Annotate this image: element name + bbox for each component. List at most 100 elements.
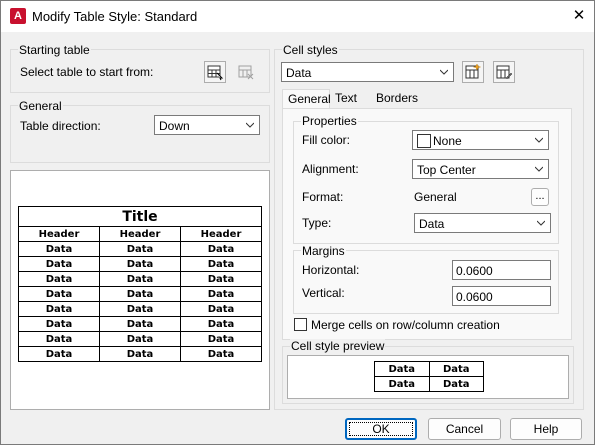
vertical-margin-value: 0.0600	[456, 290, 493, 304]
type-select[interactable]: Data	[414, 213, 551, 233]
preview-data-cell: Data	[180, 301, 262, 317]
preview-data-cell: Data	[180, 271, 262, 287]
margins-group-label: Margins	[301, 244, 346, 258]
preview-data-cell: Data	[180, 331, 262, 347]
preview-data-row: Data Data Data	[18, 241, 262, 257]
preview-data-cell: Data	[180, 316, 262, 332]
autocad-app-icon: A	[10, 8, 26, 24]
tab-borders-label: Borders	[376, 91, 419, 105]
close-icon[interactable]: ✕	[567, 5, 591, 27]
preview-data-row: Data Data Data	[18, 256, 262, 272]
tab-borders[interactable]: Borders	[376, 89, 426, 109]
preview-data-cell: Data	[18, 271, 100, 287]
dialog-title: Modify Table Style: Standard	[32, 9, 198, 24]
table-direction-label: Table direction:	[20, 119, 101, 133]
preview-header-cell: Header	[99, 226, 181, 242]
general-group-label: General	[18, 99, 63, 113]
fill-color-swatch	[417, 134, 431, 148]
help-button-label: Help	[533, 422, 559, 436]
cell-style-preview-box: Data Data Data Data	[287, 355, 569, 399]
preview-data-cell: Data	[99, 241, 181, 257]
remove-table-icon	[238, 65, 254, 80]
preview-header-row: Header Header Header	[18, 226, 262, 242]
cell-style-select[interactable]: Data	[281, 62, 454, 82]
tab-text-label: Text	[335, 91, 358, 105]
preview-data-cell: Data	[99, 271, 181, 287]
manage-cell-styles-icon	[496, 65, 513, 80]
chevron-down-icon	[535, 137, 543, 143]
horizontal-margin-label: Horizontal:	[302, 263, 360, 277]
select-table-button[interactable]	[204, 61, 226, 83]
vertical-margin-label: Vertical:	[302, 286, 345, 300]
preview-data-cell: Data	[374, 376, 430, 392]
manage-cell-styles-button[interactable]	[493, 61, 515, 83]
focus-rectangle	[349, 422, 413, 436]
preview-data-cell: Data	[18, 301, 100, 317]
preview-data-cell: Data	[99, 256, 181, 272]
general-tab-panel: Properties Fill color: None Alignment: T…	[282, 108, 572, 340]
alignment-label: Alignment:	[302, 162, 359, 176]
fill-color-select[interactable]: None	[412, 130, 549, 150]
preview-data-cell: Data	[99, 301, 181, 317]
preview-data-cell: Data	[180, 286, 262, 302]
preview-data-cell: Data	[180, 346, 262, 362]
merge-cells-checkbox[interactable]	[294, 318, 307, 331]
preview-data-row: Data Data Data	[18, 301, 262, 317]
preview-header-cell: Header	[18, 226, 100, 242]
preview-data-cell: Data	[18, 331, 100, 347]
chevron-down-icon	[246, 122, 254, 128]
vertical-margin-input[interactable]: 0.0600	[452, 286, 551, 306]
preview-data-cell: Data	[18, 346, 100, 362]
format-value: General	[414, 190, 457, 204]
table-direction-value: Down	[159, 119, 190, 133]
fill-color-value: None	[433, 134, 462, 148]
remove-table-button[interactable]	[235, 61, 257, 83]
properties-group-label: Properties	[301, 114, 358, 128]
starting-table-group-label: Starting table	[18, 43, 91, 57]
chevron-down-icon	[440, 69, 448, 75]
cell-styles-group-label: Cell styles	[282, 43, 339, 57]
title-bar: A Modify Table Style: Standard ✕	[1, 1, 594, 32]
preview-data-row: Data Data Data	[18, 271, 262, 287]
preview-data-row: Data Data Data	[18, 346, 262, 362]
help-button[interactable]: Help	[510, 418, 582, 440]
preview-data-cell: Data	[18, 256, 100, 272]
new-cell-style-button[interactable]	[462, 61, 484, 83]
preview-data-cell: Data	[428, 361, 484, 377]
chevron-down-icon	[535, 166, 543, 172]
alignment-select[interactable]: Top Center	[412, 159, 549, 179]
tab-general[interactable]: General	[282, 89, 331, 109]
cancel-button-label: Cancel	[445, 422, 484, 436]
preview-data-cell: Data	[18, 316, 100, 332]
table-preview: Title Header Header Header Data Data Data …	[18, 206, 262, 362]
alignment-value: Top Center	[417, 163, 476, 177]
preview-data-cell: Data	[18, 286, 100, 302]
preview-data-cell: Data	[99, 286, 181, 302]
type-value: Data	[419, 217, 445, 231]
cell-style-preview-table: Data Data Data Data	[374, 361, 484, 392]
format-label: Format:	[302, 190, 344, 204]
cancel-button[interactable]: Cancel	[428, 418, 501, 440]
dialog-window: A Modify Table Style: Standard ✕ Startin…	[0, 0, 595, 445]
cell-style-preview-label: Cell style preview	[290, 339, 386, 353]
table-direction-select[interactable]: Down	[154, 115, 260, 135]
preview-data-row: Data Data Data	[18, 331, 262, 347]
preview-data-cell: Data	[99, 331, 181, 347]
horizontal-margin-input[interactable]: 0.0600	[452, 260, 551, 280]
table-preview-panel: Title Header Header Header Data Data Data …	[10, 170, 270, 410]
fill-color-label: Fill color:	[302, 133, 351, 147]
preview-data-cell: Data	[374, 361, 430, 377]
horizontal-margin-value: 0.0600	[456, 264, 493, 278]
chevron-down-icon	[537, 220, 545, 226]
cell-style-value: Data	[286, 66, 312, 80]
preview-data-row: Data Data Data	[18, 316, 262, 332]
tab-text[interactable]: Text	[334, 89, 374, 109]
merge-cells-label[interactable]: Merge cells on row/column creation	[311, 318, 500, 332]
preview-header-cell: Header	[180, 226, 262, 242]
format-options-button[interactable]: ...	[531, 188, 549, 206]
ok-button[interactable]: OK	[345, 418, 417, 440]
new-cell-style-icon	[465, 63, 481, 79]
preview-title-cell: Title	[18, 206, 262, 227]
preview-data-cell: Data	[428, 376, 484, 392]
select-table-icon	[207, 65, 224, 81]
